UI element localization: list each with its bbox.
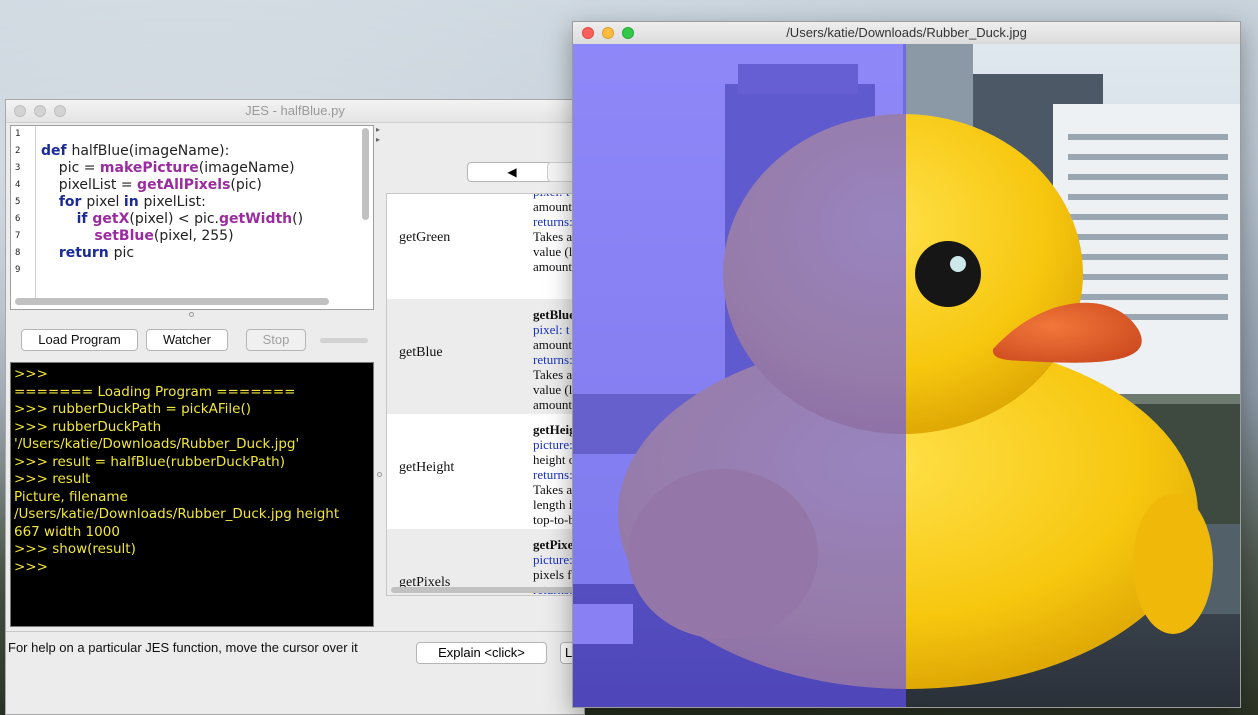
function-doc-table: getPixelsgetPixepicture:pixels freturns:… xyxy=(386,193,584,596)
code-token: () xyxy=(292,211,304,227)
code-function-name: getWidth xyxy=(219,211,293,227)
code-token: (pixel) < pic. xyxy=(129,211,220,227)
jes-window: JES - halfBlue.py 1 2 3 4 5 6 7 8 9 def halfBlue… xyxy=(5,99,585,715)
picture-window-title: /Users/katie/Downloads/Rubber_Duck.jpg xyxy=(786,25,1027,40)
jes-zoom-light[interactable] xyxy=(54,105,66,117)
code-line: pixelList = getAllPixels(pic) xyxy=(41,177,361,194)
code-keyword: def xyxy=(41,143,72,159)
code-line: for pixel in pixelList: xyxy=(41,194,361,211)
line-number: 1 xyxy=(15,129,21,139)
function-help-panel: ◀ getPixelsgetPixepicture:pixels freturn… xyxy=(386,125,584,605)
rubber-duck-image xyxy=(573,44,1240,707)
code-token: pixel xyxy=(86,194,124,210)
code-text-area[interactable]: def halfBlue(imageName): pic = makePictu… xyxy=(41,126,361,279)
code-token: pic = xyxy=(41,160,100,176)
code-token: (imageName) xyxy=(198,160,295,176)
line-number: 3 xyxy=(15,163,21,173)
console-line: >>> result xyxy=(14,471,91,487)
watcher-button[interactable]: Watcher xyxy=(146,329,228,351)
doc-row[interactable]: getPixelsgetPixepicture:pixels freturns:… xyxy=(387,529,584,595)
jes-close-light[interactable] xyxy=(14,105,26,117)
code-function-name: setBlue xyxy=(94,228,154,244)
code-token: pixelList = xyxy=(41,177,138,193)
jes-window-controls xyxy=(14,105,66,117)
picture-window-controls xyxy=(582,27,634,39)
editor-vertical-scrollbar[interactable] xyxy=(362,128,369,220)
doc-row[interactable]: getGreenpixel: tamountreturns:Takes aval… xyxy=(387,194,584,299)
console-line: 667 width 1000 xyxy=(14,523,120,540)
code-token: halfBlue(imageName): xyxy=(71,143,230,159)
line-number: 8 xyxy=(15,248,21,258)
code-editor[interactable]: 1 2 3 4 5 6 7 8 9 def halfBlue(imageName): pic =… xyxy=(10,125,374,310)
zoom-window-button[interactable] xyxy=(622,27,634,39)
console-line: >>> result = halfBlue(rubberDuckPath) xyxy=(14,453,286,470)
line-number: 9 xyxy=(15,265,21,275)
editor-splitter-handle[interactable] xyxy=(189,312,194,317)
code-line: def halfBlue(imageName): xyxy=(41,143,361,160)
doc-function-name[interactable]: getBlue xyxy=(399,345,443,361)
line-number: 2 xyxy=(15,146,21,156)
code-function-name: makePicture xyxy=(99,160,199,176)
console-line: >>> rubberDuckPath = pickAFile() xyxy=(14,401,251,417)
code-keyword: in xyxy=(123,194,144,210)
minimize-window-button[interactable] xyxy=(602,27,614,39)
editor-horizontal-scrollbar[interactable] xyxy=(15,298,329,305)
panel-expand-arrows-icon[interactable]: ▸ ▸ xyxy=(376,125,380,145)
code-token: (pixel, 255) xyxy=(153,228,234,244)
console-line: >>> xyxy=(14,366,48,382)
code-function-name: getAllPixels xyxy=(137,177,231,193)
console-line: Picture, filename xyxy=(14,488,128,505)
code-line: return pic xyxy=(41,245,361,262)
console-line: >>> show(result) xyxy=(14,541,136,557)
line-number: 6 xyxy=(15,214,21,224)
panel-splitter-handle[interactable] xyxy=(377,472,382,477)
picture-titlebar[interactable]: /Users/katie/Downloads/Rubber_Duck.jpg xyxy=(573,22,1240,45)
code-token: pic xyxy=(113,245,135,261)
jes-titlebar[interactable]: JES - halfBlue.py xyxy=(6,100,584,123)
jes-minimize-light[interactable] xyxy=(34,105,46,117)
doc-horizontal-scrollbar[interactable] xyxy=(391,587,581,593)
command-console[interactable]: >>> ======= Loading Program ======= >>> ru… xyxy=(10,362,374,627)
code-line: if getX(pixel) < pic.getWidth() xyxy=(41,211,361,228)
status-help-text: For help on a particular JES function, m… xyxy=(8,640,358,655)
explain-button[interactable]: Explain <click> xyxy=(416,642,547,664)
rubber-duck-picture xyxy=(573,44,1240,707)
progress-bar xyxy=(320,338,368,343)
doc-function-name[interactable]: getHeight xyxy=(399,460,454,476)
code-token: pixelList: xyxy=(143,194,206,210)
stop-button[interactable]: Stop xyxy=(246,329,306,351)
line-number: 7 xyxy=(15,231,21,241)
console-line: /Users/katie/Downloads/Rubber_Duck.jpg h… xyxy=(14,506,340,522)
code-keyword: for xyxy=(58,194,87,210)
picture-window: /Users/katie/Downloads/Rubber_Duck.jpg xyxy=(572,21,1241,708)
doc-row[interactable]: getHeight getHeig picture: height o returns:… xyxy=(387,414,584,529)
line-number: 5 xyxy=(15,197,21,207)
code-line: setBlue(pixel, 255) xyxy=(41,228,361,245)
console-line: '/Users/katie/Downloads/Rubber_Duck.jpg' xyxy=(14,436,300,452)
doc-row[interactable]: getBlue getBlue pixel: t amount returns: Take… xyxy=(387,299,584,414)
code-function-name: getX xyxy=(92,211,130,227)
jes-window-title: JES - halfBlue.py xyxy=(245,103,345,118)
console-line: >>> rubberDuckPath xyxy=(14,418,162,435)
load-program-button[interactable]: Load Program xyxy=(21,329,138,351)
code-keyword: return xyxy=(58,245,114,261)
line-number: 4 xyxy=(15,180,21,190)
close-window-button[interactable] xyxy=(582,27,594,39)
code-token: (pic) xyxy=(230,177,262,193)
console-line: >>> xyxy=(14,558,48,575)
console-line: ======= Loading Program ======= xyxy=(14,383,296,400)
line-number-gutter: 1 2 3 4 5 6 7 8 9 xyxy=(11,126,36,298)
status-bar: For help on a particular JES function, m… xyxy=(6,631,584,667)
code-line: pic = makePicture(imageName) xyxy=(41,160,361,177)
doc-function-name[interactable]: getGreen xyxy=(399,230,450,246)
help-back-button[interactable]: ◀ xyxy=(467,162,557,182)
code-keyword: if xyxy=(76,211,93,227)
